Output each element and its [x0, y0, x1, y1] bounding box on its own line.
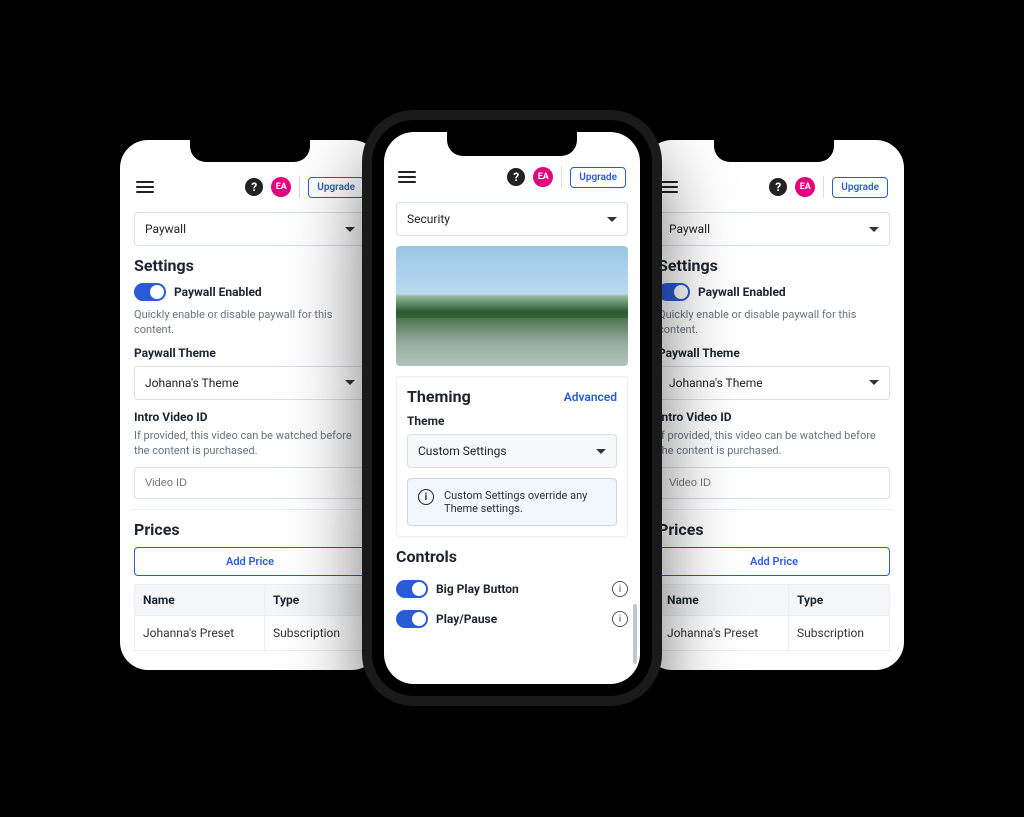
prices-table: Name Type Johanna's Preset Subscription [658, 584, 890, 651]
col-name: Name [135, 584, 265, 615]
topbar: ? EA Upgrade [658, 166, 890, 206]
cell-type: Subscription [789, 615, 890, 650]
chevron-down-icon [869, 227, 879, 232]
settings-title: Settings [134, 256, 366, 275]
info-icon[interactable]: i [612, 581, 628, 597]
intro-video-input[interactable] [134, 467, 366, 499]
menu-icon[interactable] [136, 181, 154, 193]
paywall-theme-value: Johanna's Theme [669, 376, 763, 390]
col-type: Type [265, 584, 366, 615]
play-pause-toggle[interactable] [396, 610, 428, 628]
topbar: ? EA Upgrade [134, 166, 366, 206]
divider [132, 509, 368, 510]
paywall-theme-label: Paywall Theme [134, 346, 366, 360]
intro-video-label: Intro Video ID [658, 410, 890, 424]
menu-icon[interactable] [398, 171, 416, 183]
col-name: Name [659, 584, 789, 615]
theme-label: Theme [407, 414, 617, 428]
divider [656, 509, 892, 510]
big-play-toggle[interactable] [396, 580, 428, 598]
info-icon[interactable]: i [612, 611, 628, 627]
advanced-link[interactable]: Advanced [564, 390, 617, 404]
info-banner: i Custom Settings override any Theme set… [407, 478, 617, 526]
help-icon[interactable]: ? [507, 168, 525, 186]
topbar: ? EA Upgrade [396, 156, 628, 196]
chevron-down-icon [596, 449, 606, 454]
theme-value: Custom Settings [418, 444, 507, 458]
paywall-screen-right: ? EA Upgrade Paywall Settings Paywall En… [644, 140, 904, 670]
intro-video-label: Intro Video ID [134, 410, 366, 424]
control-play-pause: Play/Pause i [396, 604, 628, 634]
info-text: Custom Settings override any Theme setti… [444, 489, 606, 515]
avatar[interactable]: EA [533, 167, 553, 187]
paywall-enabled-label: Paywall Enabled [174, 285, 262, 299]
prices-table: Name Type Johanna's Preset Subscription [134, 584, 366, 651]
cell-type: Subscription [265, 615, 366, 650]
chevron-down-icon [345, 380, 355, 385]
cell-name: Johanna's Preset [135, 615, 265, 650]
cell-name: Johanna's Preset [659, 615, 789, 650]
paywall-theme-value: Johanna's Theme [145, 376, 239, 390]
play-pause-label: Play/Pause [436, 612, 497, 626]
table-row[interactable]: Johanna's Preset Subscription [659, 615, 890, 650]
paywall-enabled-row: Paywall Enabled [658, 283, 890, 301]
theming-card: Theming Advanced Theme Custom Settings i… [396, 376, 628, 537]
divider [299, 176, 300, 198]
upgrade-button[interactable]: Upgrade [570, 167, 626, 188]
theming-screen: ? EA Upgrade Security Theming Advanced T… [384, 132, 640, 684]
paywall-theme-select[interactable]: Johanna's Theme [658, 366, 890, 400]
scrollbar[interactable] [633, 604, 637, 664]
paywall-enabled-toggle[interactable] [134, 283, 166, 301]
controls-title: Controls [396, 547, 628, 566]
topbar-right: ? EA Upgrade [769, 176, 888, 198]
intro-video-helper: If provided, this video can be watched b… [658, 428, 890, 459]
paywall-enabled-helper: Quickly enable or disable paywall for th… [658, 307, 890, 338]
section-selector[interactable]: Security [396, 202, 628, 236]
table-row[interactable]: Johanna's Preset Subscription [135, 615, 366, 650]
intro-video-helper: If provided, this video can be watched b… [134, 428, 366, 459]
chevron-down-icon [869, 380, 879, 385]
upgrade-button[interactable]: Upgrade [832, 177, 888, 198]
add-price-button[interactable]: Add Price [658, 547, 890, 576]
paywall-theme-select[interactable]: Johanna's Theme [134, 366, 366, 400]
paywall-enabled-toggle[interactable] [658, 283, 690, 301]
section-selector-value: Paywall [145, 222, 186, 236]
section-selector-value: Paywall [669, 222, 710, 236]
paywall-enabled-label: Paywall Enabled [698, 285, 786, 299]
topbar-right: ? EA Upgrade [245, 176, 364, 198]
menu-icon[interactable] [660, 181, 678, 193]
section-selector-value: Security [407, 212, 450, 226]
help-icon[interactable]: ? [245, 178, 263, 196]
upgrade-button[interactable]: Upgrade [308, 177, 364, 198]
section-selector[interactable]: Paywall [134, 212, 366, 246]
section-selector[interactable]: Paywall [658, 212, 890, 246]
prices-title: Prices [658, 520, 890, 539]
prices-title: Prices [134, 520, 366, 539]
avatar[interactable]: EA [271, 177, 291, 197]
divider [823, 176, 824, 198]
intro-video-input[interactable] [658, 467, 890, 499]
control-big-play: Big Play Button i [396, 574, 628, 604]
big-play-label: Big Play Button [436, 582, 519, 596]
help-icon[interactable]: ? [769, 178, 787, 196]
chevron-down-icon [345, 227, 355, 232]
info-icon: i [418, 489, 434, 505]
phone-frame: ? EA Upgrade Security Theming Advanced T… [372, 120, 652, 696]
preview-image [396, 246, 628, 366]
theme-select[interactable]: Custom Settings [407, 434, 617, 468]
add-price-button[interactable]: Add Price [134, 547, 366, 576]
chevron-down-icon [607, 217, 617, 222]
divider [561, 166, 562, 188]
paywall-enabled-row: Paywall Enabled [134, 283, 366, 301]
theming-title: Theming [407, 387, 471, 406]
paywall-enabled-helper: Quickly enable or disable paywall for th… [134, 307, 366, 338]
avatar[interactable]: EA [795, 177, 815, 197]
topbar-right: ? EA Upgrade [507, 166, 626, 188]
settings-title: Settings [658, 256, 890, 275]
paywall-screen-left: ? EA Upgrade Paywall Settings Paywall En… [120, 140, 380, 670]
paywall-theme-label: Paywall Theme [658, 346, 890, 360]
col-type: Type [789, 584, 890, 615]
